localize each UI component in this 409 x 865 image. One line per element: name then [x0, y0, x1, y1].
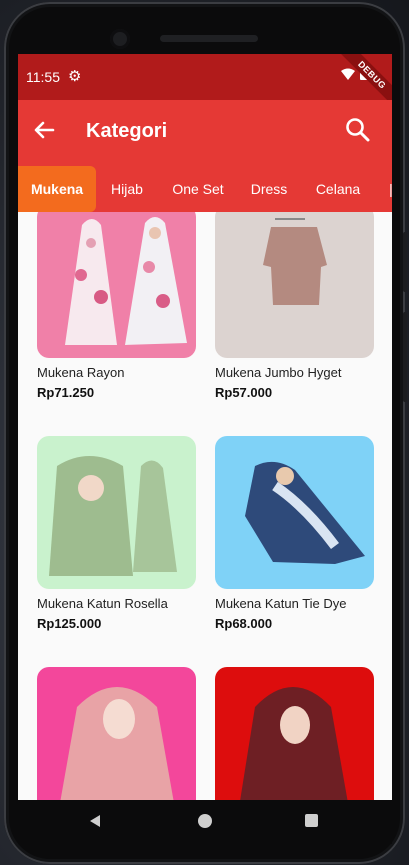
product-name: Mukena Jumbo Hyget	[215, 365, 342, 380]
status-bar: 11:55 ⚙ DEBUG	[18, 54, 392, 109]
tab-dress[interactable]: Dress	[244, 166, 294, 212]
product-image	[37, 212, 196, 358]
product-name: Mukena Katun Rosella	[37, 596, 168, 611]
product-price: Rp125.000	[37, 616, 102, 631]
product-card[interactable]: Mukena Katun Tie Dye Rp68.000	[215, 436, 374, 631]
product-price: Rp68.000	[215, 616, 273, 631]
category-tabs: Mukena Hijab One Set Dress Celana |	[18, 166, 392, 212]
speaker-grille	[160, 35, 258, 42]
front-camera	[110, 29, 130, 49]
tab-mukena[interactable]: Mukena	[18, 166, 96, 212]
tab-one-set[interactable]: One Set	[166, 166, 230, 212]
product-price: Rp57.000	[215, 385, 273, 400]
tab-celana[interactable]: Celana	[312, 166, 364, 212]
product-image	[215, 667, 374, 800]
mukena-tie-dye-image	[245, 461, 365, 564]
magnifier-icon	[346, 118, 370, 142]
product-card[interactable]: Mukena Rayon Rp71.250	[37, 212, 196, 400]
app-bar: Kategori	[18, 100, 392, 166]
product-card[interactable]: Mukena Katun Rosella Rp125.000	[37, 436, 196, 631]
product-image	[215, 436, 374, 589]
product-image	[37, 436, 196, 589]
product-card[interactable]	[37, 667, 196, 800]
mukena-figure-image	[65, 217, 187, 345]
product-name: Mukena Katun Tie Dye	[215, 596, 347, 611]
product-image	[215, 212, 374, 358]
product-price: Rp71.250	[37, 385, 95, 400]
volume-button	[403, 232, 407, 292]
product-grid: Mukena Rayon Rp71.250 Mukena Jumbo Hyget…	[18, 212, 392, 800]
power-button	[403, 312, 407, 402]
tab-next-partial[interactable]: |	[386, 166, 392, 212]
app-screen: 11:55 ⚙ DEBUG Kategori Mukena Hijab One …	[18, 54, 392, 800]
product-image	[37, 667, 196, 800]
nav-back-icon[interactable]	[88, 814, 102, 828]
mukena-green-image	[49, 456, 177, 576]
arrow-left-icon	[34, 121, 55, 139]
status-time: 11:55	[26, 69, 60, 85]
nav-home-icon[interactable]	[198, 814, 212, 828]
system-nav-bar	[18, 800, 392, 844]
settings-icon: ⚙	[68, 68, 82, 85]
search-icon[interactable]	[344, 116, 372, 144]
product-name: Mukena Rayon	[37, 365, 125, 380]
product-card[interactable]: Mukena Jumbo Hyget Rp57.000	[215, 212, 374, 400]
page-title: Kategori	[86, 120, 168, 142]
mukena-pink-image	[60, 687, 174, 800]
mukena-maroon-image	[240, 687, 348, 800]
back-arrow-icon[interactable]	[32, 118, 56, 147]
product-card[interactable]	[215, 667, 374, 800]
hanging-dress-image	[263, 218, 327, 305]
nav-recent-apps-icon[interactable]	[305, 814, 318, 827]
tab-hijab[interactable]: Hijab	[104, 166, 150, 212]
